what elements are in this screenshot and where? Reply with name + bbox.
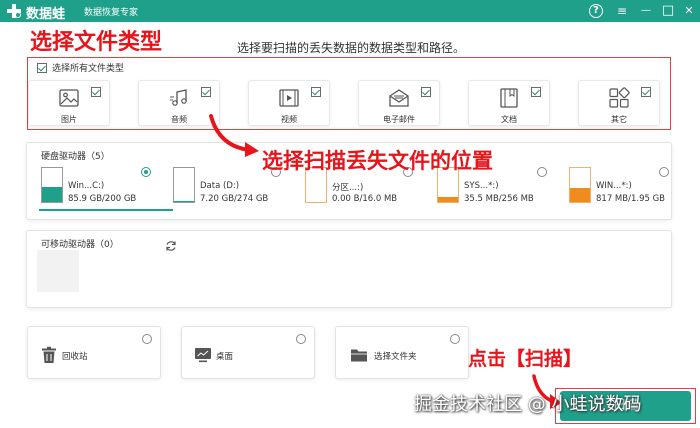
drive-name: SYS...*:): [464, 181, 499, 191]
drive-radio[interactable]: [141, 167, 151, 177]
select-all-label: 选择所有文件类型: [52, 64, 125, 74]
trash-icon: [42, 346, 56, 363]
drive-size: 85.9 GB/200 GB: [68, 194, 137, 204]
drive-fill: [570, 187, 590, 202]
maximize-icon[interactable]: □: [660, 3, 676, 19]
app-logo-icon: [7, 4, 21, 18]
email-icon: [389, 89, 409, 107]
drive-item[interactable]: WIN...*:) 817 MB/1.95 GB: [569, 167, 669, 211]
help-icon[interactable]: ?: [589, 4, 603, 18]
checkbox-icon: [641, 87, 651, 97]
drive-name: Data (D:): [200, 181, 240, 191]
type-label: 电子邮件: [383, 115, 415, 124]
minimize-icon[interactable]: —: [638, 3, 654, 19]
drive-name: Win...C:): [68, 181, 105, 191]
removable-drive-panel: 可移动驱动器（0）: [26, 230, 672, 308]
location-recycle-bin[interactable]: 回收站: [27, 326, 161, 379]
document-icon: [500, 88, 518, 108]
close-icon[interactable]: ✕: [681, 3, 697, 19]
title-bar: 数据蛙 数据恢复专家 ? ≡ — □ ✕: [0, 0, 700, 22]
location-select-folder[interactable]: 选择文件夹: [335, 326, 469, 379]
checkbox-icon: [311, 87, 321, 97]
app-subtitle: 数据恢复专家: [84, 8, 139, 18]
type-label: 其它: [611, 115, 627, 124]
watermark: 掘金技术社区 @ 小蛙说数码: [414, 394, 642, 415]
menu-icon[interactable]: ≡: [614, 3, 630, 19]
location-desktop[interactable]: 桌面: [181, 326, 315, 379]
type-card-other[interactable]: 其它: [578, 80, 660, 126]
checkbox-icon: [91, 87, 101, 97]
type-label: 文档: [501, 115, 517, 124]
desktop-icon: [195, 348, 211, 363]
annotation-step3: 点击【扫描】: [468, 348, 583, 370]
location-radio[interactable]: [296, 334, 306, 344]
type-label: 图片: [61, 115, 77, 124]
type-card-documents[interactable]: 文档: [468, 80, 550, 126]
other-icon: [609, 87, 630, 108]
drive-size: 0.00 B/16.0 MB: [332, 194, 398, 204]
drive-size: 35.5 MB/256 MB: [464, 194, 534, 204]
drive-size: 817 MB/1.95 GB: [596, 194, 666, 204]
checkbox-icon: [201, 87, 211, 97]
drive-radio[interactable]: [659, 167, 669, 177]
image-icon: [59, 89, 79, 107]
drive-icon: [41, 167, 63, 203]
drive-fill: [42, 187, 62, 202]
annotation-step2: 选择扫描丢失文件的位置: [262, 149, 493, 173]
drive-radio[interactable]: [537, 167, 547, 177]
arrow-icon: [209, 114, 259, 157]
drive-icon: [569, 167, 591, 203]
location-label: 选择文件夹: [374, 352, 417, 362]
folder-icon: [351, 349, 367, 362]
drive-name: WIN...*:): [596, 181, 632, 191]
checkbox-icon: [37, 62, 47, 73]
location-radio[interactable]: [142, 334, 152, 344]
select-all-checkbox[interactable]: 选择所有文件类型: [37, 61, 124, 74]
drive-fill: [438, 197, 458, 202]
app-name: 数据蛙: [26, 7, 66, 22]
location-label: 回收站: [62, 352, 88, 362]
type-card-email[interactable]: 电子邮件: [358, 80, 440, 126]
checkbox-icon: [421, 87, 431, 97]
drive-size: 7.20 GB/274 GB: [200, 194, 269, 204]
refresh-icon[interactable]: [165, 240, 177, 252]
drive-icon: [173, 167, 195, 203]
instruction-text: 选择要扫描的丢失数据的数据类型和路径。: [237, 41, 466, 55]
hdd-title: 硬盘驱动器（5）: [41, 152, 110, 162]
type-card-images[interactable]: 图片: [28, 80, 110, 126]
video-icon: [279, 89, 299, 107]
location-label: 桌面: [216, 352, 234, 362]
selected-indicator: [39, 209, 173, 211]
drive-name: 分区...:): [332, 183, 364, 193]
music-icon: [170, 89, 187, 106]
checkbox-icon: [531, 87, 541, 97]
annotation-step1: 选择文件类型: [30, 30, 163, 55]
removable-title: 可移动驱动器（0）: [41, 240, 119, 250]
removable-drive-icon: [37, 250, 79, 292]
location-radio[interactable]: [450, 334, 460, 344]
drive-fill: [174, 200, 194, 202]
